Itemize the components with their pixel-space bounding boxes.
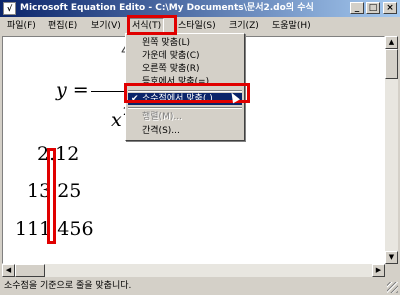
close-button[interactable]: × — [383, 2, 397, 14]
number-row-3: 111.456 — [15, 218, 94, 240]
menu-item-align-center[interactable]: 가운데 맞춤(C) — [128, 50, 242, 62]
menu-item-align-right[interactable]: 오른쪽 맞춤(R) — [128, 63, 242, 75]
denominator-fragment: x — [111, 109, 122, 131]
menu-separator — [128, 107, 242, 109]
equation-lhs: y = — [56, 79, 89, 101]
menu-item-align-decimal-label: 소수점에서 맞춤(.) — [142, 94, 213, 104]
number-row-1: 2.12 — [37, 143, 80, 165]
scroll-down-button[interactable]: ▼ — [385, 251, 398, 264]
status-text: 소수점을 기준으로 줄을 맞춥니다. — [4, 281, 132, 291]
menu-edit[interactable]: 편집(E) — [46, 17, 79, 35]
menu-separator — [128, 90, 242, 92]
horizontal-scrollbar[interactable]: ◀ ▶ — [2, 264, 385, 277]
check-mark-icon: ✔ — [131, 94, 139, 104]
menu-item-matrix: 행렬(M)... — [142, 112, 182, 122]
vertical-scrollbar[interactable]: ▲ ▼ — [385, 36, 398, 264]
window-title: Microsoft Equation Edito - C:\My Documen… — [20, 3, 314, 13]
menu-view[interactable]: 보기(V) — [89, 17, 123, 35]
equation-editor-window: √ Microsoft Equation Edito - C:\My Docum… — [0, 0, 400, 295]
app-icon[interactable]: √ — [3, 2, 16, 15]
scroll-left-button[interactable]: ◀ — [2, 264, 15, 277]
resize-grip[interactable] — [387, 282, 398, 293]
title-bar[interactable]: √ Microsoft Equation Edito - C:\My Docum… — [0, 0, 400, 17]
menu-item-spacing[interactable]: 간격(S)... — [128, 125, 242, 137]
scroll-right-button[interactable]: ▶ — [372, 264, 385, 277]
menu-help[interactable]: 도움말(H) — [270, 17, 313, 35]
horizontal-scroll-thumb[interactable] — [15, 264, 45, 277]
status-bar: 소수점을 기준으로 줄을 맞춥니다. — [0, 278, 400, 295]
minimize-button[interactable]: _ — [350, 2, 364, 14]
maximize-button[interactable]: □ — [366, 2, 380, 14]
menu-item-align-decimal[interactable]: ✔ 소수점에서 맞춤(.) — [128, 93, 242, 105]
scroll-up-button[interactable]: ▲ — [385, 36, 398, 49]
menu-item-align-left[interactable]: 왼쪽 맞춤(L) — [128, 37, 242, 49]
menu-file[interactable]: 파일(F) — [5, 17, 38, 35]
scroll-corner — [385, 264, 398, 277]
number-row-2: 13.25 — [27, 180, 82, 202]
menu-format[interactable]: 서식(T) — [129, 18, 165, 34]
format-menu: 왼쪽 맞춤(L) 가운데 맞춤(C) 오른쪽 맞춤(R) 등호에서 맞춤(=) … — [125, 33, 245, 141]
menu-item-align-equals[interactable]: 등호에서 맞춤(=) — [128, 76, 242, 88]
vertical-scroll-thumb[interactable] — [385, 49, 398, 79]
